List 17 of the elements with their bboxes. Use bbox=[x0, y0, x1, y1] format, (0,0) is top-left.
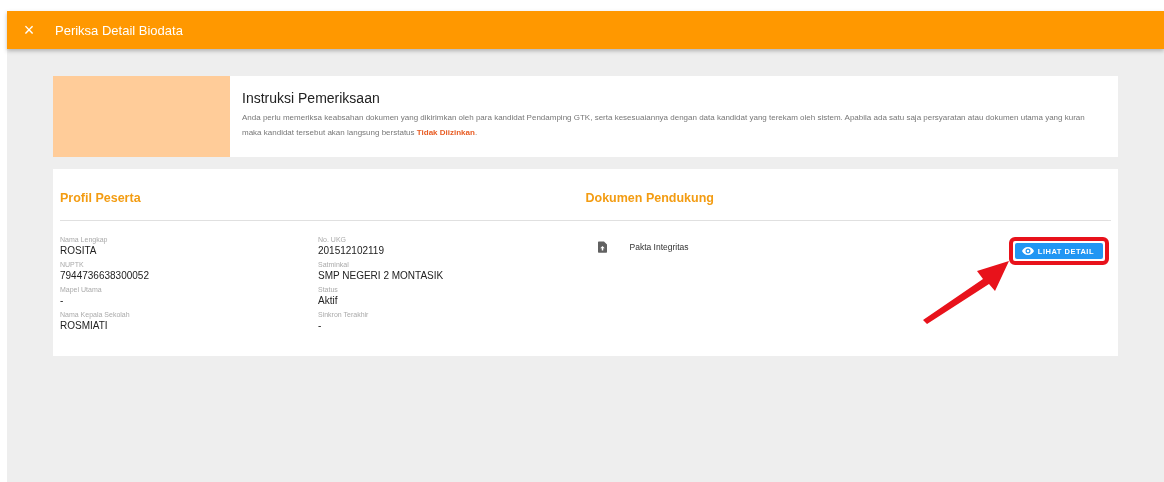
document-name: Pakta Integritas bbox=[629, 242, 689, 252]
instruction-title: Instruksi Pemeriksaan bbox=[242, 90, 381, 106]
field-value: - bbox=[60, 294, 64, 307]
page-title: Periksa Detail Biodata bbox=[55, 22, 183, 38]
field-value: 7944736638300052 bbox=[60, 269, 149, 282]
field-value: Aktif bbox=[318, 294, 338, 307]
field-value: ROSMIATI bbox=[60, 319, 108, 332]
file-upload-icon bbox=[597, 241, 607, 253]
field-value: SMP NEGERI 2 MONTASIK bbox=[318, 269, 444, 282]
section-title: Profil Peserta bbox=[60, 169, 586, 221]
field-value: 201512102119 bbox=[318, 244, 384, 257]
close-button[interactable]: × bbox=[15, 19, 43, 41]
field-value: - bbox=[318, 319, 322, 332]
instruction-text: Anda perlu memeriksa keabsahan dokumen yang dikirimkan oleh para kandidat Pendamping GTK, serta kesesuaiannya dengan data kandidat yang terekam oleh sistem. Apabila ada satu saja persyaratan atau dokumen utama yang kuran maka kandidat tersebut akan langsung berstatus Tidak Diizinkan. bbox=[242, 112, 1086, 139]
section-title: Dokumen Pendukung bbox=[585, 169, 1111, 221]
field-value: ROSITA bbox=[60, 244, 97, 257]
eye-icon bbox=[1021, 247, 1034, 255]
